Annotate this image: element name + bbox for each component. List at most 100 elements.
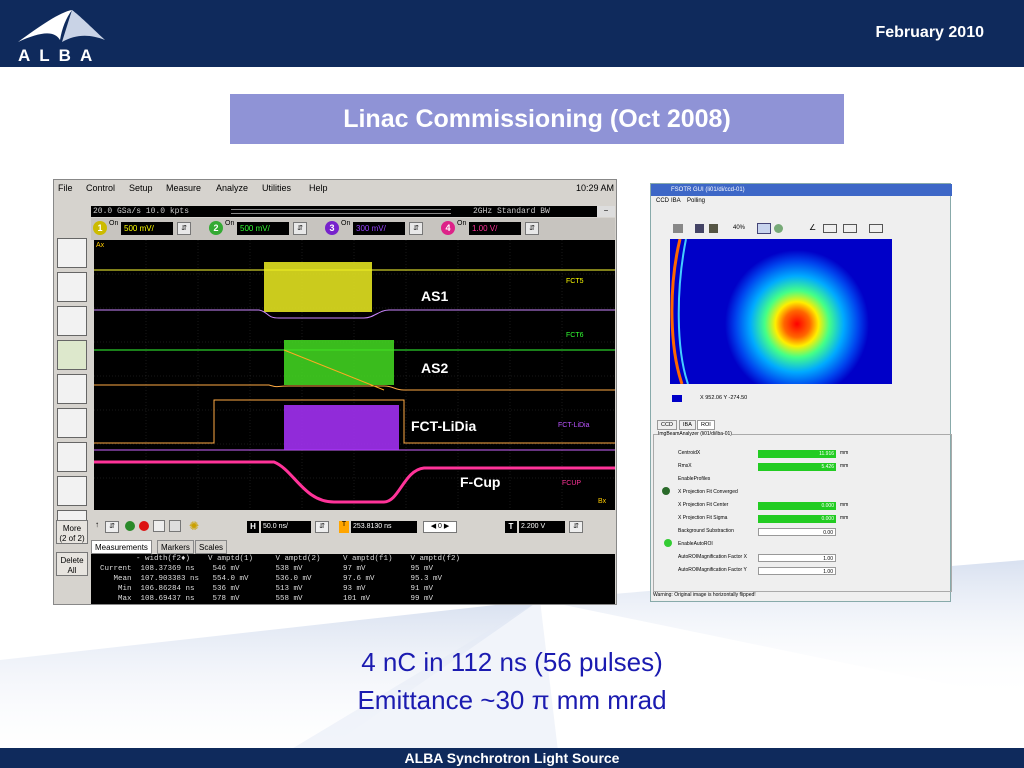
menu-measure[interactable]: Measure (166, 183, 201, 193)
gui-tab-iba[interactable]: IBA (679, 420, 696, 430)
trigger-icon: T (339, 521, 349, 533)
gui-title-bar: FSOTR GUI (li01/di/ccd-01) (651, 184, 952, 196)
channel-3-scale[interactable]: 300 mV/ (353, 222, 405, 235)
line-tool-icon[interactable] (823, 224, 837, 233)
more-label: More (2 of 2) (59, 524, 85, 543)
trace-tag-fct6: FCT6 (566, 332, 584, 339)
save-icon[interactable] (695, 224, 704, 233)
gui-toolbar: 40% ∠ (671, 222, 911, 236)
tab-scales[interactable]: Scales (195, 540, 228, 554)
channel-4-scale[interactable]: 1.00 V/ (469, 222, 521, 235)
gui-tab-ccd[interactable]: CCD (657, 420, 677, 430)
zoom-level[interactable]: 40% (733, 225, 745, 231)
gui-menu-iba[interactable]: IBA (671, 196, 681, 207)
pencil-icon[interactable]: ∠ (809, 223, 816, 232)
channel-2[interactable]: 2 On 500 mV/ ⇵ (209, 220, 311, 238)
rise-time-icon[interactable] (57, 340, 87, 370)
amplitude-icon[interactable] (57, 442, 87, 472)
tab-measurements[interactable]: Measurements (91, 540, 152, 554)
channel-1[interactable]: 1 On 500 mV/ ⇵ (93, 220, 195, 238)
row-fit-converged: X Projection Fit Converged (678, 488, 948, 497)
acquisition-control[interactable]: ◀ 0 ▶ (423, 521, 457, 533)
row-mag-x[interactable]: AutoROIMagnification Factor X 1.00 (678, 553, 948, 562)
channel-3-stepper[interactable]: ⇵ (409, 222, 423, 235)
menu-utilities[interactable]: Utilities (262, 183, 291, 193)
channel-1-on[interactable]: On (109, 220, 118, 227)
row-unit: mm (840, 515, 849, 521)
channel-4-on[interactable]: On (457, 220, 466, 227)
scope-screen[interactable]: Ax Bx FCT5 FCT6 FCT-LiDia FCUP AS1 AS2 F… (94, 240, 615, 510)
row-auto-roi[interactable]: EnableAutoROI (678, 540, 948, 549)
scope-menu-bar: File Control Setup Measure Analyze Utili… (54, 180, 618, 196)
channel-3-on[interactable]: On (341, 220, 350, 227)
menu-setup[interactable]: Setup (129, 183, 153, 193)
trace-tag-fcup: FCUP (562, 480, 582, 487)
marker-icon[interactable]: ↑ (95, 520, 103, 534)
gui-menu-ccd[interactable]: CCD (656, 196, 669, 207)
menu-help[interactable]: Help (309, 183, 328, 193)
gui-tab-roi[interactable]: ROI (697, 420, 715, 430)
channel-3[interactable]: 3 On 300 mV/ ⇵ (325, 220, 427, 238)
menu-file[interactable]: File (58, 183, 73, 193)
marker-stepper[interactable]: ⇵ (105, 521, 119, 533)
channel-1-badge: 1 (93, 221, 107, 235)
trace-tag-fct-lidia: FCT-LiDia (558, 422, 590, 429)
channel-2-stepper[interactable]: ⇵ (293, 222, 307, 235)
row-fit-sigma: X Projection Fit Sigma 0.000 mm (678, 514, 948, 523)
single-icon[interactable] (153, 520, 165, 532)
print-icon[interactable] (169, 520, 181, 532)
row-value[interactable]: 0.00 (758, 528, 836, 536)
duty-cycle-icon[interactable] (57, 306, 87, 336)
rect-tool-icon[interactable] (843, 224, 857, 233)
screen-corner-label: Ax (96, 242, 105, 249)
run-icon[interactable] (125, 521, 135, 531)
image-icon[interactable] (673, 224, 683, 233)
minimize-button[interactable]: − (597, 206, 615, 217)
period-icon[interactable] (57, 272, 87, 302)
refresh-icon[interactable] (774, 224, 783, 233)
menu-analyze[interactable]: Analyze (216, 183, 248, 193)
menu-control[interactable]: Control (86, 183, 115, 193)
trigger-level-field[interactable]: 2.200 V (519, 521, 565, 533)
memory-bar (231, 209, 451, 214)
autoscale-icon[interactable]: ✺ (189, 519, 199, 533)
tab-markers[interactable]: Markers (157, 540, 194, 554)
timebase-field[interactable]: 50.0 ns/ (261, 521, 311, 533)
row-value: 0.000 (758, 502, 836, 510)
gui-warning: Warning: Original image is horizontally … (653, 592, 756, 598)
palette-icon[interactable] (757, 223, 771, 234)
channel-4[interactable]: 4 On 1.00 V/ ⇵ (441, 220, 543, 238)
timebase-stepper[interactable]: ⇵ (315, 521, 329, 533)
position-field[interactable]: 253.8130 ns (351, 521, 417, 533)
fall-time-icon[interactable] (57, 374, 87, 404)
channel-1-stepper[interactable]: ⇵ (177, 222, 191, 235)
row-unit: mm (840, 463, 849, 469)
channel-4-stepper[interactable]: ⇵ (525, 222, 539, 235)
channel-2-on[interactable]: On (225, 220, 234, 227)
delta-time-icon[interactable] (57, 408, 87, 438)
channel-2-scale[interactable]: 500 mV/ (237, 222, 289, 235)
trigger-stepper[interactable]: ⇵ (569, 521, 583, 533)
row-mag-y[interactable]: AutoROIMagnification Factor Y 1.00 (678, 566, 948, 575)
screen-corner-bottom-label: Bx (598, 498, 607, 505)
row-value[interactable]: 1.00 (758, 554, 836, 562)
header-bar: ALBA February 2010 (0, 0, 1024, 70)
status-led-icon (664, 539, 672, 547)
pulse-width-icon[interactable] (57, 238, 87, 268)
row-unit: mm (840, 450, 849, 456)
beam-image[interactable] (670, 239, 892, 384)
channel-bar: 1 On 500 mV/ ⇵ 2 On 500 mV/ ⇵ 3 On 300 m… (91, 218, 615, 240)
stop-icon[interactable] (139, 521, 149, 531)
print-icon[interactable] (709, 224, 718, 233)
row-background[interactable]: Background Substraction 0.00 (678, 527, 948, 536)
delete-all-label: Delete All (60, 556, 84, 575)
layout-icon[interactable] (869, 224, 883, 233)
sine-icon[interactable] (57, 476, 87, 506)
trigger-level-icon: T (505, 521, 517, 533)
delete-all-button[interactable]: Delete All (56, 552, 88, 576)
gui-menu-polling[interactable]: Polling (687, 196, 705, 207)
more-button[interactable]: More (2 of 2) (56, 520, 88, 544)
row-enable-profiles[interactable]: EnableProfiles (678, 475, 948, 484)
channel-1-scale[interactable]: 500 mV/ (121, 222, 173, 235)
row-value[interactable]: 1.00 (758, 567, 836, 575)
